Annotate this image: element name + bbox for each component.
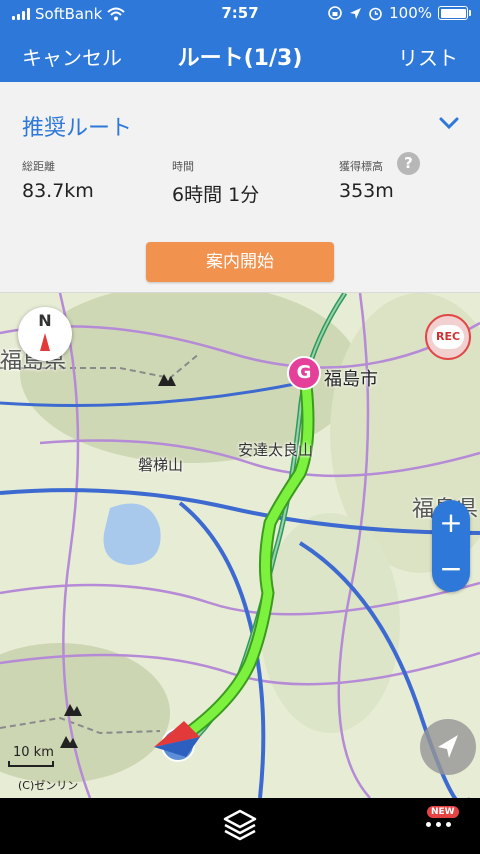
battery-percent: 100% [389, 4, 432, 22]
chevron-down-icon[interactable] [438, 114, 460, 132]
label-city: 福島市 [324, 369, 378, 390]
status-right: 100% [327, 4, 471, 22]
layers-icon[interactable] [221, 806, 259, 844]
map-scale: 10 km [8, 745, 54, 767]
help-icon[interactable]: ? [397, 152, 420, 175]
compass-needle-icon [40, 333, 50, 351]
cancel-button[interactable]: キャンセル [22, 42, 122, 71]
compass-button[interactable]: N [18, 307, 72, 361]
rotation-lock-icon [328, 6, 342, 20]
stat-value: 353m [339, 180, 394, 202]
map-copyright: (C)ゼンリン [18, 779, 79, 792]
battery-icon [438, 6, 471, 20]
current-location-button[interactable] [420, 719, 476, 775]
goal-marker[interactable]: G [287, 356, 321, 390]
stat-label: 総距離 [22, 160, 55, 173]
stat-value: 83.7km [22, 180, 94, 202]
bottom-toolbar: NEW [0, 798, 480, 854]
map-view[interactable]: 福島県 福島県 福島市 安達太良山 磐梯山 N REC G + − 10 km … [0, 293, 480, 798]
stat-value: 6時間 1分 [172, 184, 260, 206]
scale-label: 10 km [13, 745, 54, 760]
stat-distance: 総距離 83.7km [22, 158, 94, 202]
scale-bar [8, 761, 54, 767]
stat-time: 時間 6時間 1分 [172, 158, 259, 207]
record-label: REC [432, 325, 464, 349]
stat-elevation: 獲得標高 353m [339, 158, 394, 202]
route-name[interactable]: 推奨ルート [22, 110, 132, 142]
nav-bar: キャンセル ルート(1/3) リスト [0, 28, 480, 82]
more-button[interactable]: NEW [420, 806, 470, 842]
stat-label: 獲得標高 [339, 160, 383, 173]
navigation-arrow-icon [438, 735, 458, 758]
status-bar: SoftBank 7:57 100% [0, 0, 480, 28]
new-badge: NEW [427, 806, 459, 818]
compass-north-label: N [38, 311, 52, 330]
stat-label: 時間 [172, 160, 194, 173]
more-icon [426, 822, 451, 827]
label-mountain: 安達太良山 [238, 441, 314, 459]
zoom-in-button[interactable]: + [432, 500, 470, 546]
location-icon [350, 7, 362, 19]
route-panel: 推奨ルート 総距離 83.7km 時間 6時間 1分 獲得標高 353m ? 案… [0, 82, 480, 293]
list-button[interactable]: リスト [398, 42, 458, 71]
zoom-control: + − [432, 500, 470, 592]
label-mountain: 磐梯山 [138, 456, 184, 474]
record-button[interactable]: REC [425, 314, 471, 360]
map-base [0, 293, 480, 798]
start-guidance-button[interactable]: 案内開始 [146, 242, 334, 282]
zoom-out-button[interactable]: − [432, 546, 470, 592]
alarm-icon [369, 7, 382, 20]
